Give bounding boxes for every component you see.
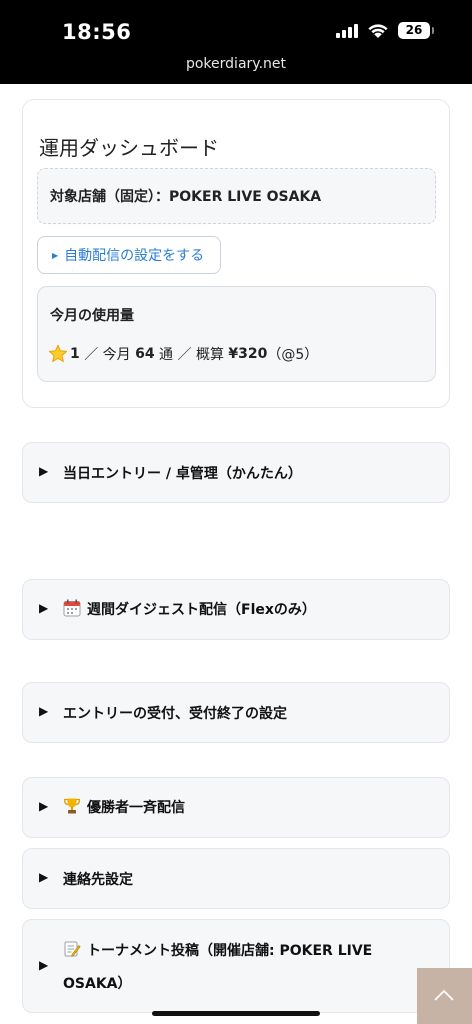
url-bar[interactable]: pokerdiary.net: [0, 56, 472, 72]
trophy-icon: [64, 798, 80, 814]
usage-box: 今月の使用量 1 ／ 今月 64 通 ／ 概算 ¥320 （@5）: [37, 286, 436, 382]
usage-unit: 通: [159, 347, 174, 363]
section-label: 連絡先設定: [63, 872, 133, 888]
usage-monthly-value: 64: [135, 346, 155, 362]
usage-count: 1: [70, 346, 80, 362]
battery-icon: 26: [398, 22, 434, 39]
scroll-to-top-button[interactable]: [417, 968, 472, 1024]
section-winner-broadcast[interactable]: ▶ 優勝者一斉配信: [22, 777, 450, 838]
section-tournament-post[interactable]: ▶ トーナメント投稿（開催店舗: POKER LIVE OSAKA）: [22, 919, 450, 1013]
section-contact-settings[interactable]: ▶ 連絡先設定: [22, 848, 450, 909]
home-indicator: [152, 1011, 320, 1016]
star-icon: [48, 344, 68, 362]
target-store-box: 対象店舗（固定）：POKER LIVE OSAKA: [37, 168, 436, 224]
section-label-line1-wrap: トーナメント投稿（開催店舗: POKER LIVE: [63, 940, 372, 960]
usage-sep-monthly: ／ 今月: [84, 347, 131, 363]
triangle-right-icon: ▶: [39, 870, 49, 884]
section-weekly-digest[interactable]: ▶ 週間ダイジェスト配信（Flexのみ）: [22, 579, 450, 640]
auto-delivery-button[interactable]: ▶ 自動配信の設定をする: [37, 236, 221, 274]
status-bar: 18:56 26 pokerdiary.net: [0, 0, 472, 84]
section-label-wrap: 優勝者一斉配信: [63, 797, 185, 817]
usage-line: 1 ／ 今月 64 通 ／ 概算 ¥320 （@5）: [48, 344, 318, 364]
triangle-right-icon: ▶: [39, 464, 49, 478]
dashboard-title: 運用ダッシュボード: [39, 136, 219, 160]
section-label: エントリーの受付、受付終了の設定: [63, 706, 287, 722]
section-today-entry[interactable]: ▶ 当日エントリー / 卓管理（かんたん）: [22, 442, 450, 503]
section-label: 優勝者一斉配信: [87, 800, 185, 816]
section-entry-reception[interactable]: ▶ エントリーの受付、受付終了の設定: [22, 682, 450, 743]
triangle-right-icon: ▶: [39, 601, 49, 615]
section-label: 当日エントリー / 卓管理（かんたん）: [63, 466, 302, 482]
triangle-right-icon: ▶: [39, 799, 49, 813]
triangle-right-icon: ▶: [52, 250, 59, 260]
usage-rate: （@5）: [267, 347, 319, 363]
usage-title: 今月の使用量: [50, 308, 134, 324]
section-label-wrap: 週間ダイジェスト配信（Flexのみ）: [63, 599, 316, 619]
dashboard-card: 運用ダッシュボード 対象店舗（固定）：POKER LIVE OSAKA ▶ 自動…: [22, 99, 450, 408]
wifi-icon: [368, 24, 388, 38]
usage-sep-estimate: ／ 概算: [177, 347, 224, 363]
auto-delivery-label: 自動配信の設定をする: [64, 248, 205, 264]
clock: 18:56: [62, 20, 132, 44]
chevron-up-icon: [434, 989, 454, 1001]
calendar-icon: [63, 599, 81, 617]
triangle-right-icon: ▶: [39, 704, 49, 718]
status-icons: 26: [336, 22, 434, 39]
section-label: 週間ダイジェスト配信（Flexのみ）: [87, 602, 316, 618]
section-label-line2: OSAKA）: [63, 976, 132, 992]
triangle-right-icon: ▶: [39, 958, 49, 972]
target-store-label: 対象店舗（固定）：POKER LIVE OSAKA: [50, 189, 322, 205]
memo-icon: [64, 941, 81, 957]
usage-cost: ¥320: [228, 346, 268, 362]
section-label-line1: トーナメント投稿（開催店舗: POKER LIVE: [87, 943, 373, 959]
signal-icon: [336, 23, 358, 38]
